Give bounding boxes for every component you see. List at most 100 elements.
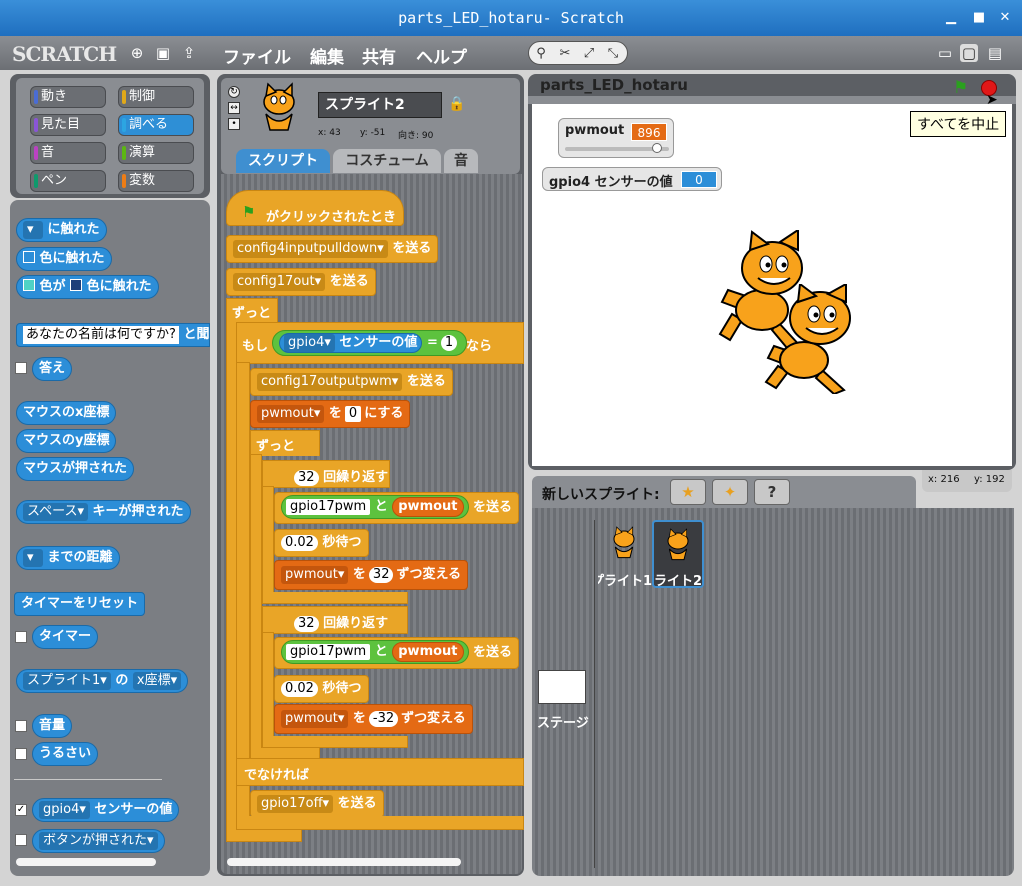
- menu-help[interactable]: ヘルプ: [416, 43, 467, 68]
- join-block[interactable]: gpio17pwm と pwmout: [281, 495, 469, 519]
- reset-timer-block[interactable]: タイマーをリセット: [14, 592, 146, 616]
- lock-icon[interactable]: 🔒: [448, 96, 465, 112]
- change-value[interactable]: 32: [368, 567, 394, 583]
- tab-sounds[interactable]: 音: [444, 149, 478, 173]
- timer-checkbox[interactable]: [15, 631, 27, 643]
- join-text[interactable]: gpio17pwm: [286, 644, 371, 660]
- rotate-style-icon[interactable]: ↻: [228, 86, 240, 98]
- touching-block[interactable]: ▾ に触れた: [16, 218, 107, 242]
- green-flag-icon[interactable]: ⚑: [953, 78, 968, 98]
- small-stage-icon[interactable]: ▭: [936, 44, 954, 62]
- variable-dropdown[interactable]: pwmout▾: [281, 566, 349, 584]
- color-swatch[interactable]: [70, 279, 83, 291]
- sprite-name-field[interactable]: スプライト2: [318, 92, 442, 118]
- change-value[interactable]: -32: [368, 711, 399, 727]
- flip-style-icon[interactable]: ↔: [228, 102, 240, 114]
- ask-input[interactable]: あなたの名前は何ですか?: [23, 326, 179, 344]
- distance-block[interactable]: ▾ までの距離: [16, 546, 120, 570]
- repeat-count[interactable]: 32: [294, 616, 319, 632]
- sensor-value-reporter[interactable]: gpio4▾ センサーの値: [279, 333, 423, 353]
- broadcast-block[interactable]: config17out▾ を送る: [226, 268, 376, 296]
- wait-block[interactable]: 0.02 秒待つ: [274, 675, 369, 703]
- script-scrollbar[interactable]: [227, 858, 461, 866]
- answer-checkbox[interactable]: [15, 362, 27, 374]
- set-value[interactable]: 0: [344, 406, 362, 422]
- variable-monitor[interactable]: pwmout 896: [558, 118, 674, 158]
- loudness-block[interactable]: 音量: [32, 714, 73, 738]
- key-pressed-block[interactable]: スペース▾ キーが押された: [16, 500, 191, 524]
- broadcast-join-block[interactable]: gpio17pwm と pwmout を送る: [274, 637, 520, 669]
- equals-block[interactable]: gpio4▾ センサーの値 = 1: [272, 330, 468, 356]
- menu-file[interactable]: ファイル: [223, 43, 291, 68]
- sensor-value-block[interactable]: gpio4▾ センサーの値: [32, 798, 180, 822]
- broadcast-block[interactable]: gpio17off▾ を送る: [250, 790, 384, 818]
- category-button[interactable]: 見た目: [30, 114, 106, 136]
- broadcast-dropdown[interactable]: gpio17off▾: [257, 795, 334, 813]
- wait-value[interactable]: 0.02: [281, 681, 318, 697]
- broadcast-block[interactable]: config17outputpwm▾ を送る: [250, 368, 453, 396]
- answer-block[interactable]: 答え: [32, 357, 73, 381]
- attribute-dropdown[interactable]: x座標▾: [132, 672, 182, 690]
- stage[interactable]: [532, 104, 1012, 466]
- presentation-icon[interactable]: ▤: [986, 44, 1004, 62]
- tab-scripts[interactable]: スクリプト: [236, 149, 330, 173]
- normal-stage-icon[interactable]: ▢: [960, 44, 978, 62]
- category-button[interactable]: 変数: [118, 170, 194, 192]
- monitor-slider-track[interactable]: [565, 143, 669, 153]
- join-block[interactable]: gpio17pwm と pwmout: [281, 640, 469, 664]
- touching-color-block[interactable]: 色に触れた: [16, 247, 112, 271]
- mouse-down-block[interactable]: マウスが押された: [16, 457, 135, 481]
- wait-block[interactable]: 0.02 秒待つ: [274, 529, 369, 557]
- duplicate-icon[interactable]: ⚲: [529, 43, 553, 65]
- no-rotate-icon[interactable]: •: [228, 118, 240, 130]
- broadcast-join-block[interactable]: gpio17pwm と pwmout を送る: [274, 492, 520, 524]
- loud-block[interactable]: うるさい: [32, 742, 99, 766]
- color-swatch[interactable]: [23, 279, 35, 291]
- variable-dropdown[interactable]: pwmout▾: [257, 405, 325, 423]
- button-pressed-block[interactable]: ボタンが押された▾: [32, 829, 165, 853]
- palette-scrollbar[interactable]: [16, 858, 156, 866]
- category-button[interactable]: 動き: [30, 86, 106, 108]
- wait-value[interactable]: 0.02: [281, 535, 318, 551]
- broadcast-dropdown[interactable]: config17out▾: [233, 273, 326, 291]
- color-swatch[interactable]: [23, 251, 35, 263]
- menu-edit[interactable]: 編集: [310, 43, 344, 68]
- loudness-checkbox[interactable]: [15, 720, 27, 732]
- mouse-x-block[interactable]: マウスのx座標: [16, 401, 117, 425]
- join-text[interactable]: gpio17pwm: [286, 499, 371, 515]
- category-button[interactable]: 音: [30, 142, 106, 164]
- change-variable-block[interactable]: pwmout▾ を 32 ずつ変える: [274, 560, 469, 590]
- sprite-tile-1[interactable]: スプライト1: [598, 520, 652, 590]
- button-checkbox[interactable]: [15, 834, 27, 846]
- ask-block[interactable]: あなたの名前は何ですか? と聞い: [16, 323, 210, 347]
- mouse-y-block[interactable]: マウスのy座標: [16, 429, 117, 453]
- distance-dropdown[interactable]: ▾: [23, 549, 43, 567]
- globe-icon[interactable]: ⊕: [128, 44, 146, 62]
- maximize-icon[interactable]: ■: [970, 9, 988, 27]
- sprite-dropdown[interactable]: スプライト1▾: [23, 672, 111, 690]
- variable-reporter[interactable]: pwmout: [392, 642, 464, 662]
- sprite-attribute-block[interactable]: スプライト1▾ の x座標▾: [16, 669, 189, 693]
- set-variable-block[interactable]: pwmout▾ を 0 にする: [250, 400, 411, 428]
- loud-checkbox[interactable]: [15, 748, 27, 760]
- key-dropdown[interactable]: スペース▾: [23, 503, 88, 521]
- category-button[interactable]: 制御: [118, 86, 194, 108]
- menu-share[interactable]: 共有: [362, 43, 396, 68]
- monitor-slider-knob[interactable]: [652, 143, 663, 153]
- repeat-count[interactable]: 32: [294, 470, 319, 486]
- equals-value[interactable]: 1: [440, 335, 458, 351]
- close-icon[interactable]: ✕: [996, 9, 1014, 27]
- change-variable-block[interactable]: pwmout▾ を -32 ずつ変える: [274, 704, 473, 734]
- grow-icon[interactable]: ⤢: [577, 43, 601, 65]
- choose-sprite-icon[interactable]: ✦: [712, 479, 748, 505]
- save-icon[interactable]: ▣: [154, 44, 172, 62]
- tab-costumes[interactable]: コスチューム: [333, 149, 441, 173]
- broadcast-dropdown[interactable]: config17outputpwm▾: [257, 373, 403, 391]
- delete-icon[interactable]: ✂: [553, 43, 577, 65]
- category-button[interactable]: ペン: [30, 170, 106, 192]
- sprite-tile-2[interactable]: スプライト2: [652, 520, 704, 588]
- cat-sprite-2[interactable]: [764, 284, 904, 394]
- category-button[interactable]: 演算: [118, 142, 194, 164]
- sensor-checkbox[interactable]: ✓: [15, 804, 27, 816]
- paint-sprite-icon[interactable]: ★: [670, 479, 706, 505]
